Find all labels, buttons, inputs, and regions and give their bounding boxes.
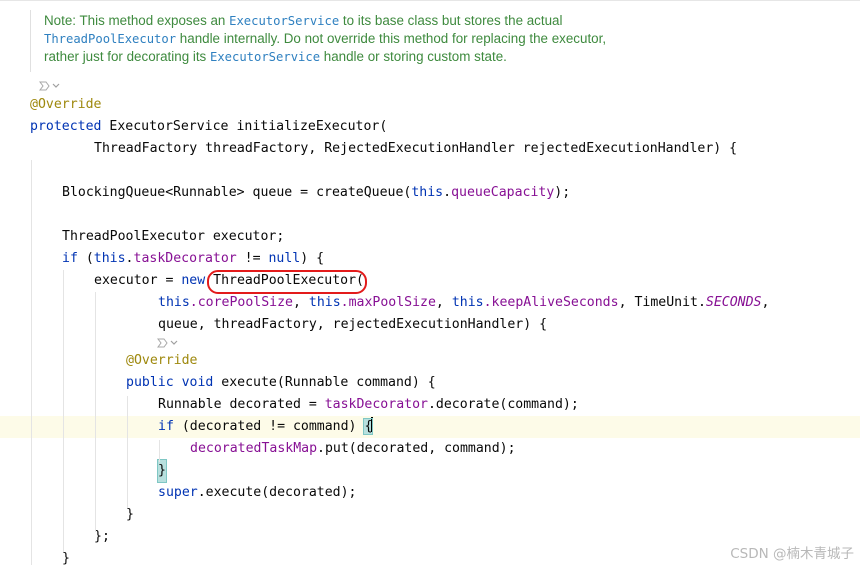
editor-top-border — [0, 0, 860, 1]
watermark: CSDN @楠木青城子 — [730, 546, 854, 562]
code-line: } — [0, 459, 860, 483]
doc-comment-gutter — [30, 10, 31, 72]
code-line: Runnable decorated = taskDecorator.decor… — [158, 397, 579, 412]
code-line: public void execute(Runnable command) { — [126, 375, 436, 390]
doc-code-ref[interactable]: ExecutorService — [210, 50, 320, 64]
keyword: protected — [30, 119, 102, 134]
code-line: queue, threadFactory, rejectedExecutionH… — [158, 317, 548, 332]
code-line — [0, 336, 860, 350]
code-line: this.corePoolSize, this.maxPoolSize, thi… — [158, 295, 770, 310]
matched-brace: } — [157, 459, 167, 483]
javadoc-rendered: Note: This method exposes an ExecutorSer… — [44, 12, 664, 67]
indent-guide — [31, 160, 32, 565]
indent-guide — [159, 440, 160, 462]
code-line: ThreadFactory threadFactory, RejectedExe… — [94, 141, 738, 156]
doc-code-ref[interactable]: ExecutorService — [229, 14, 339, 28]
code-line: decoratedTaskMap.put(decorated, command)… — [190, 441, 516, 456]
code-line: super.execute(decorated); — [158, 485, 357, 500]
code-line: } — [126, 507, 134, 522]
annotation-red-circle — [207, 270, 367, 294]
indent-guide — [127, 396, 128, 508]
code-line: ThreadPoolExecutor executor; — [62, 229, 285, 244]
code-line: executor = new ThreadPoolExecutor( — [94, 273, 364, 288]
code-line-current: if (decorated != command) { — [0, 416, 860, 438]
code-line: @Override — [0, 350, 860, 372]
doc-code-ref[interactable]: ThreadPoolExecutor — [44, 32, 176, 46]
code-line: protected ExecutorService initializeExec… — [30, 119, 388, 134]
code-line: BlockingQueue<Runnable> queue = createQu… — [62, 185, 571, 200]
code-line: if (this.taskDecorator != null) { — [62, 251, 325, 266]
doc-line: ThreadPoolExecutor handle internally. Do… — [44, 31, 607, 47]
doc-line: rather just for decorating its ExecutorS… — [44, 49, 507, 65]
annotation: @Override — [126, 353, 198, 368]
indent-guide — [95, 292, 96, 532]
text-caret — [371, 417, 373, 432]
doc-line: Note: This method exposes an ExecutorSer… — [44, 13, 563, 28]
annotation: @Override — [30, 97, 102, 112]
code-line: @Override — [0, 94, 860, 116]
indent-guide — [63, 270, 64, 552]
code-editor[interactable]: @Override protected ExecutorService init… — [0, 94, 860, 570]
